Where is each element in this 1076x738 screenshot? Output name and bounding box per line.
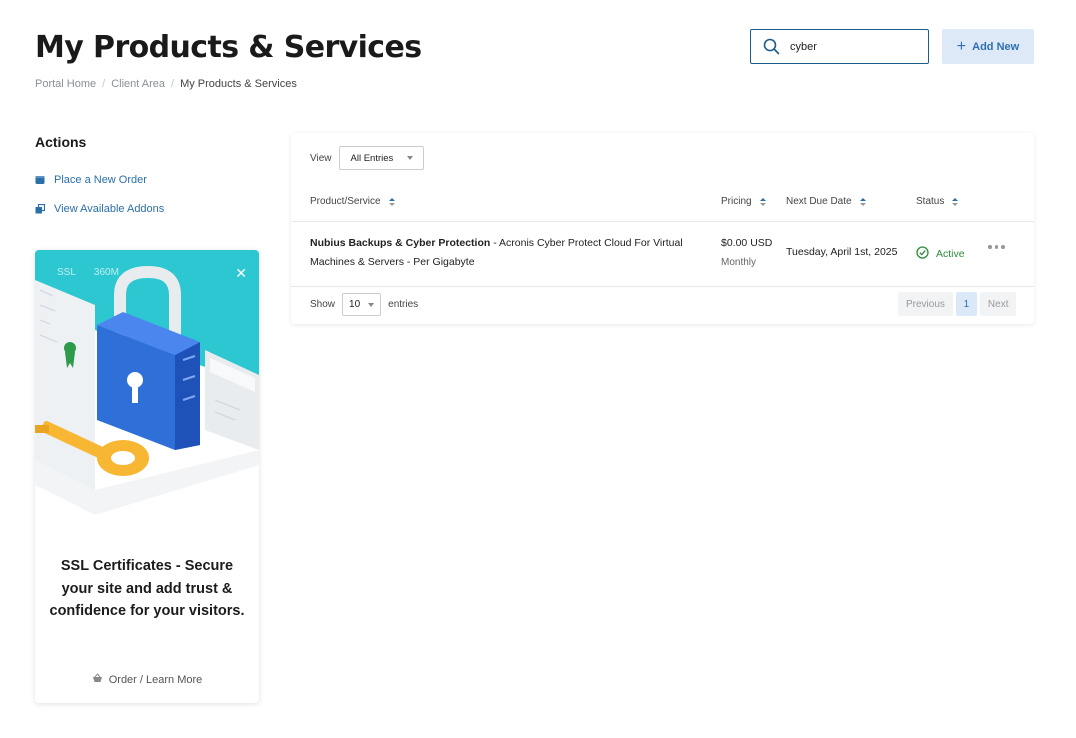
cart-icon <box>35 175 45 185</box>
page-title: My Products & Services <box>35 30 422 65</box>
add-new-label: Add New <box>972 40 1020 53</box>
breadcrumb-separator: / <box>171 78 175 90</box>
status-badge: Active <box>916 246 965 262</box>
sort-icon <box>759 197 766 206</box>
order-learn-more-label: Order / Learn More <box>108 673 203 686</box>
row-divider <box>291 221 1034 222</box>
column-header-label: Status <box>916 196 945 207</box>
column-header-label: Next Due Date <box>786 196 852 207</box>
sort-icon <box>859 197 866 206</box>
place-new-order-label: Place a New Order <box>54 174 147 186</box>
page-size-select[interactable]: 10 <box>342 293 382 316</box>
search-box[interactable] <box>750 29 929 64</box>
price-value: $0.00 USD <box>721 237 773 249</box>
place-new-order-link[interactable]: Place a New Order <box>35 174 147 186</box>
status-text: Active <box>936 248 965 260</box>
products-table-panel: View All Entries Product/Service Pricing… <box>291 133 1034 324</box>
product-description: Machines & Servers - Per Gigabyte <box>310 256 475 268</box>
breadcrumb-current: My Products & Services <box>180 78 297 90</box>
view-filter: View All Entries <box>310 146 425 170</box>
ssl-promo-card: SSL 360M ✕ SSL Certificates - Secure you… <box>35 250 259 703</box>
previous-page-button[interactable]: Previous <box>898 292 953 316</box>
breadcrumb-separator: / <box>102 78 106 90</box>
row-divider <box>291 286 1034 287</box>
view-addons-link[interactable]: View Available Addons <box>35 203 164 215</box>
close-icon[interactable]: ✕ <box>235 265 247 282</box>
basket-icon <box>92 673 103 686</box>
page-size-control: Show 10 entries <box>310 293 418 316</box>
pagination: Previous 1 Next <box>898 292 1017 316</box>
column-header-status[interactable]: Status <box>916 196 959 207</box>
column-header-due-date[interactable]: Next Due Date <box>786 196 866 207</box>
more-options-icon[interactable] <box>988 245 1005 249</box>
promo-tag: SSL <box>57 267 76 278</box>
view-select-value: All Entries <box>350 152 394 164</box>
billing-cycle: Monthly <box>721 257 757 268</box>
view-label: View <box>310 152 332 164</box>
chevron-down-icon <box>407 156 414 160</box>
order-learn-more-link[interactable]: Order / Learn More <box>35 673 259 686</box>
view-addons-label: View Available Addons <box>54 203 165 215</box>
column-header-label: Product/Service <box>310 196 381 207</box>
table-row-pricing: $0.00 USD Monthly <box>721 234 772 272</box>
table-row-product[interactable]: Nubius Backups & Cyber Protection - Acro… <box>310 234 710 272</box>
breadcrumb-client-area[interactable]: Client Area <box>111 78 165 90</box>
promo-tags: SSL 360M <box>57 267 119 278</box>
breadcrumb-portal-home[interactable]: Portal Home <box>35 78 96 90</box>
entries-label: entries <box>388 299 419 310</box>
table-row-due-date: Tuesday, April 1st, 2025 <box>786 246 898 258</box>
column-header-label: Pricing <box>721 196 752 207</box>
search-icon <box>763 38 780 55</box>
addons-icon <box>35 204 45 214</box>
plus-icon: + <box>956 37 967 55</box>
check-circle-icon <box>916 246 929 262</box>
product-description: - Acronis Cyber Protect Cloud For Virtua… <box>490 237 683 249</box>
breadcrumb: Portal Home / Client Area / My Products … <box>35 78 297 90</box>
page-1-button[interactable]: 1 <box>955 292 977 316</box>
sort-icon <box>952 197 959 206</box>
column-header-product[interactable]: Product/Service <box>310 196 395 207</box>
view-select[interactable]: All Entries <box>338 146 425 170</box>
product-name: Nubius Backups & Cyber Protection <box>310 237 491 249</box>
page-size-value: 10 <box>349 299 361 310</box>
next-page-button[interactable]: Next <box>979 292 1017 316</box>
search-input[interactable] <box>790 40 910 53</box>
add-new-button[interactable]: + Add New <box>942 29 1034 64</box>
sort-icon <box>388 197 395 206</box>
promo-headline: SSL Certificates - Secure your site and … <box>49 558 245 619</box>
actions-title: Actions <box>35 134 87 150</box>
chevron-down-icon <box>368 302 375 307</box>
ssl-lock-illustration <box>35 250 259 520</box>
column-header-pricing[interactable]: Pricing <box>721 196 766 207</box>
promo-tag: 360M <box>93 267 119 278</box>
show-label: Show <box>310 299 336 310</box>
